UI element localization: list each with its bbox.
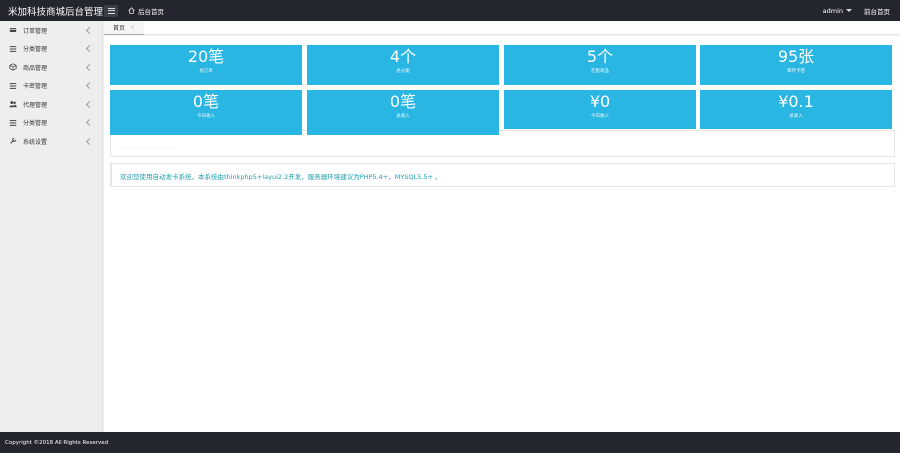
chevron-left-icon (85, 100, 94, 108)
stat-label: 总收入 (789, 114, 803, 119)
sidebar-item-cards[interactable]: 卡密管理 (0, 77, 102, 96)
sidebar-item-categories[interactable]: 分类管理 (0, 40, 102, 59)
chevron-left-icon (85, 45, 94, 53)
chevron-left-icon (85, 63, 94, 71)
tab-bar: 首页 × (104, 20, 900, 35)
users-icon (9, 100, 17, 108)
sidebar-item-label: 系统设置 (23, 138, 48, 146)
chevron-left-icon (85, 119, 94, 127)
list-icon (9, 119, 17, 127)
app-title: 米加科技商城后台管理 (8, 6, 103, 18)
stat-label: 总收入 (396, 114, 410, 119)
stat-card-today-income-orders: 0笔 今日收入 (110, 90, 302, 135)
stat-value: 20笔 (187, 47, 225, 66)
list-icon (9, 82, 17, 90)
cube-icon (9, 63, 17, 71)
stat-value: 95张 (777, 47, 815, 66)
stat-value: 0笔 (192, 92, 220, 111)
sidebar: 订单管理 分类管理 商品管理 卡密管理 代理管理 分类管理 系统设置 (0, 21, 103, 432)
chevron-left-icon (85, 137, 94, 145)
welcome-notice: 欢迎您使用自动发卡系统，本系统由thinkphp5+layui2.2开发，服务器… (120, 173, 442, 181)
sidebar-item-orders[interactable]: 订单管理 (0, 21, 102, 40)
credit-card-icon (9, 26, 17, 34)
copyright-text: Copyright ©2018 All Rights Reserved (5, 439, 109, 446)
sidebar-item-label: 分类管理 (23, 46, 48, 54)
front-home-link[interactable]: 前台首页 (864, 6, 890, 16)
user-menu[interactable]: admin (823, 7, 852, 15)
stat-card-total-categories: 4个 总分类 (307, 45, 499, 85)
close-icon[interactable]: × (130, 24, 135, 31)
stat-card-products-on-sale: 5个 在售商品 (504, 45, 696, 85)
stat-label: 库存卡密 (787, 69, 805, 74)
admin-home-label: 后台首页 (138, 7, 164, 16)
stat-value: 4个 (389, 47, 417, 66)
tab-label: 首页 (113, 24, 126, 32)
stat-card-card-stock: 95张 库存卡密 (700, 45, 892, 85)
stat-card-today-income: ¥0 今日收入 (504, 90, 696, 129)
username: admin (822, 6, 843, 15)
sidebar-item-settings[interactable]: 系统设置 (0, 132, 102, 151)
sidebar-item-label: 分类管理 (23, 120, 48, 128)
wrench-icon (9, 137, 17, 145)
stat-label: 总分类 (396, 69, 410, 74)
stat-value: 5个 (586, 47, 614, 66)
stat-card-total-orders: 20笔 总订单 (110, 45, 302, 85)
chevron-left-icon (85, 82, 94, 90)
menu-toggle-button[interactable] (104, 4, 118, 17)
sidebar-item-agents[interactable]: 代理管理 (0, 95, 102, 114)
stat-label: 在售商品 (591, 69, 609, 74)
sidebar-item-categories-2[interactable]: 分类管理 (0, 114, 102, 133)
stat-card-total-income: ¥0.1 总收入 (700, 90, 892, 129)
faint-text: ···································· (119, 146, 177, 152)
stat-value: 0笔 (389, 92, 417, 111)
stat-label: 今日收入 (197, 114, 215, 119)
top-bar: 米加科技商城后台管理 后台首页 admin 前台首页 (0, 0, 900, 21)
footer: Copyright ©2018 All Rights Reserved (0, 432, 900, 453)
list-icon (9, 45, 17, 53)
stat-label: 总订单 (199, 69, 213, 74)
stat-card-total-income-orders: 0笔 总收入 (307, 90, 499, 135)
stat-value: ¥0.1 (778, 92, 814, 111)
stat-label: 今日收入 (591, 114, 609, 119)
tab-home[interactable]: 首页 × (104, 20, 145, 35)
home-icon (128, 7, 135, 14)
caret-down-icon (846, 9, 852, 12)
notice-panel: 欢迎您使用自动发卡系统，本系统由thinkphp5+layui2.2开发，服务器… (110, 163, 895, 187)
sidebar-item-products[interactable]: 商品管理 (0, 58, 102, 77)
admin-home-link[interactable]: 后台首页 (128, 6, 164, 16)
sidebar-item-label: 卡密管理 (23, 83, 48, 91)
sidebar-item-label: 订单管理 (23, 27, 48, 35)
sidebar-item-label: 代理管理 (23, 101, 48, 109)
sidebar-item-label: 商品管理 (23, 64, 48, 72)
chevron-left-icon (85, 26, 94, 34)
stat-value: ¥0 (589, 92, 611, 111)
